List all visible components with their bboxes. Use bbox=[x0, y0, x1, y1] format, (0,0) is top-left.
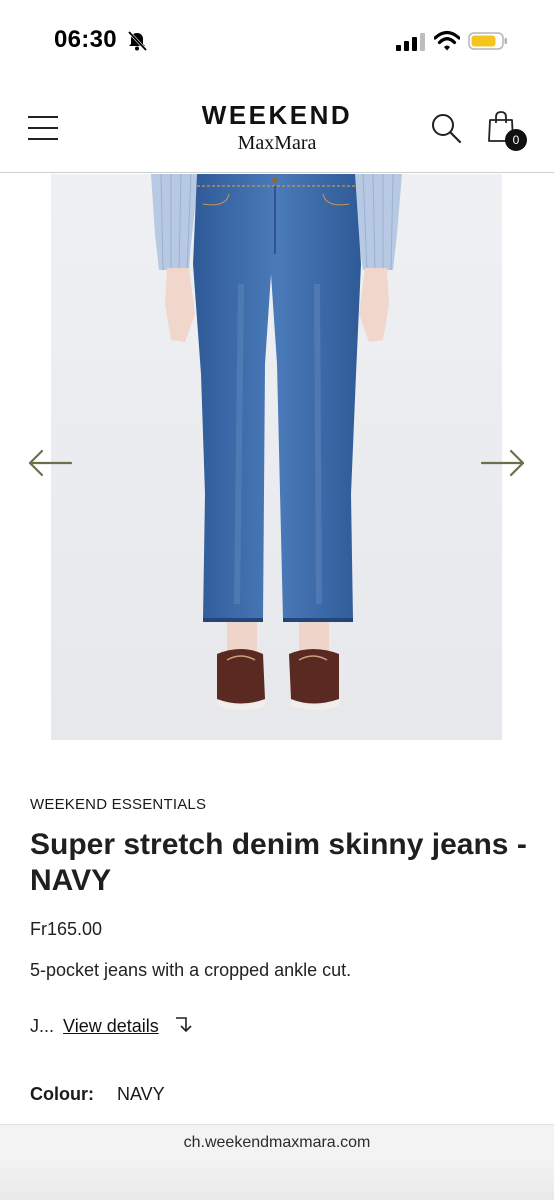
cellular-signal-icon bbox=[396, 33, 425, 51]
cart-count-badge: 0 bbox=[505, 129, 527, 151]
shopping-bag-button[interactable]: 0 bbox=[486, 110, 527, 152]
browser-toolbar-blur bbox=[0, 1159, 554, 1200]
product-info: WEEKEND ESSENTIALS Super stretch denim s… bbox=[30, 796, 530, 1104]
bell-muted-icon bbox=[127, 30, 148, 52]
view-details-link[interactable]: View details bbox=[63, 1016, 159, 1036]
product-price: Fr165.00 bbox=[30, 919, 103, 939]
hamburger-menu-icon[interactable] bbox=[28, 114, 58, 142]
details-prefix: J... bbox=[30, 1016, 55, 1036]
collection-label: WEEKEND ESSENTIALS bbox=[30, 796, 207, 813]
status-time: 06:30 bbox=[54, 26, 117, 53]
search-icon[interactable] bbox=[430, 112, 462, 144]
colour-value: NAVY bbox=[117, 1084, 165, 1104]
product-description: 5-pocket jeans with a cropped ankle cut. bbox=[30, 960, 352, 980]
brand-logo[interactable]: WEEKEND MaxMara bbox=[170, 100, 384, 154]
next-image-arrow-icon[interactable] bbox=[480, 448, 526, 478]
colour-label: Colour: bbox=[30, 1084, 94, 1104]
product-gallery bbox=[0, 174, 554, 741]
site-header: WEEKEND MaxMara 0 bbox=[0, 84, 554, 173]
logo-weekend: WEEKEND bbox=[201, 100, 353, 130]
battery-icon bbox=[468, 32, 507, 50]
arrow-down-turn-icon[interactable] bbox=[174, 1016, 192, 1034]
product-photo[interactable] bbox=[51, 174, 502, 740]
colour-row: Colour: NAVY bbox=[30, 1084, 165, 1105]
browser-address-bar[interactable]: ch.weekendmaxmara.com bbox=[0, 1124, 554, 1200]
product-title: Super stretch denim skinny jeans - NAVY bbox=[30, 828, 527, 897]
details-row: J... View details bbox=[30, 1016, 192, 1037]
browser-url[interactable]: ch.weekendmaxmara.com bbox=[0, 1134, 554, 1152]
logo-maxmara: MaxMara bbox=[237, 132, 317, 154]
wifi-icon bbox=[434, 30, 460, 51]
status-bar: 06:30 bbox=[0, 0, 554, 84]
jeans-illustration bbox=[51, 174, 502, 740]
previous-image-arrow-icon[interactable] bbox=[27, 448, 73, 478]
